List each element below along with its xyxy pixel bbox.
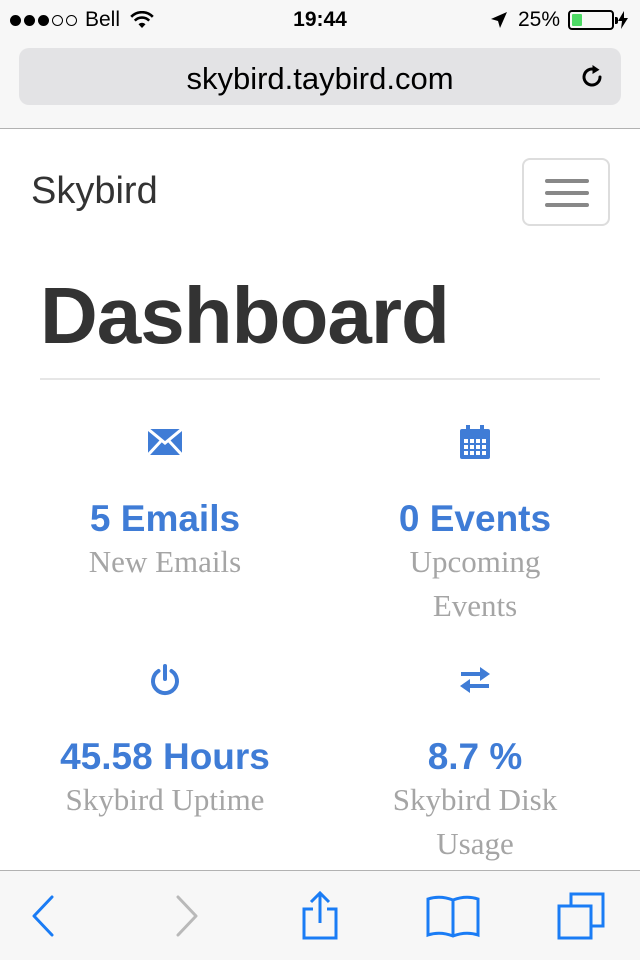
navbar-menu-toggle-button[interactable] (522, 158, 610, 226)
browser-address-area: skybird.taybird.com (0, 40, 640, 129)
stat-value: 0 Events (398, 498, 552, 539)
stat-events: 0 Events Upcoming Events (345, 422, 605, 628)
stat-value: 45.58 Hours (60, 736, 270, 777)
back-icon[interactable] (20, 891, 70, 941)
battery-percent: 25% (517, 8, 560, 31)
location-arrow-icon (490, 12, 507, 28)
tabs-icon[interactable] (556, 891, 606, 941)
stat-label: Skybird Uptime (65, 782, 265, 817)
stat-value: 5 Emails (89, 498, 241, 539)
bookmarks-icon[interactable] (425, 891, 481, 941)
page-title: Dashboard (40, 271, 450, 360)
hamburger-icon (545, 179, 589, 183)
stat-label: New Emails (88, 544, 242, 579)
power-icon (151, 664, 179, 696)
navbar-brand[interactable]: Skybird (31, 170, 158, 213)
stat-emails: 5 Emails New Emails (35, 422, 295, 584)
battery-icon (568, 10, 618, 30)
stat-uptime: 45.58 Hours Skybird Uptime (35, 660, 295, 822)
stat-disk-usage: 8.7 % Skybird Disk Usage (345, 660, 605, 866)
status-bar: Bell 19:44 25% (0, 0, 640, 40)
forward-icon[interactable] (162, 891, 212, 941)
stat-label: Skybird Disk Usage (392, 782, 558, 861)
envelope-icon (148, 429, 182, 455)
reload-icon[interactable] (577, 62, 607, 92)
battery-fill (572, 14, 582, 26)
share-icon[interactable] (295, 891, 345, 941)
stat-value: 8.7 % (427, 736, 523, 777)
browser-toolbar (0, 870, 640, 960)
title-divider (40, 378, 600, 380)
calendar-icon (460, 425, 490, 459)
address-bar[interactable]: skybird.taybird.com (19, 48, 621, 105)
stat-label: Upcoming Events (409, 544, 541, 623)
url-text[interactable]: skybird.taybird.com (19, 61, 621, 97)
transfer-icon (460, 667, 490, 693)
charging-bolt-icon (618, 11, 628, 29)
status-right: 25% (490, 8, 628, 32)
